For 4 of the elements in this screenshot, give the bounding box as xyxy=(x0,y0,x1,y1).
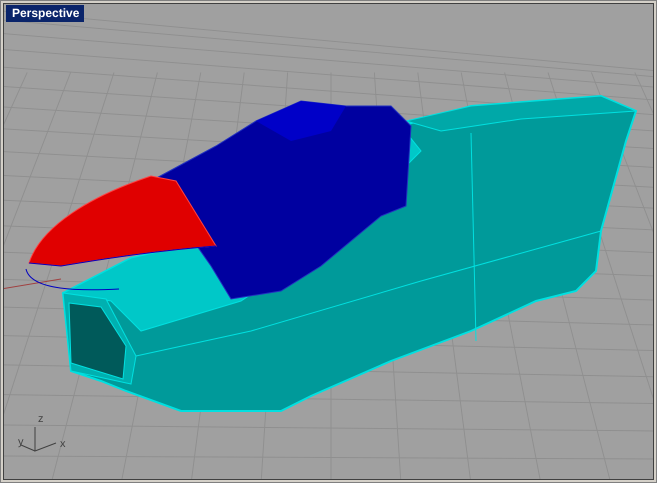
y-axis-label: y xyxy=(18,436,24,448)
z-axis-label: z xyxy=(38,413,44,425)
x-axis-label: x xyxy=(60,438,66,450)
viewport-title[interactable]: Perspective xyxy=(6,5,84,22)
